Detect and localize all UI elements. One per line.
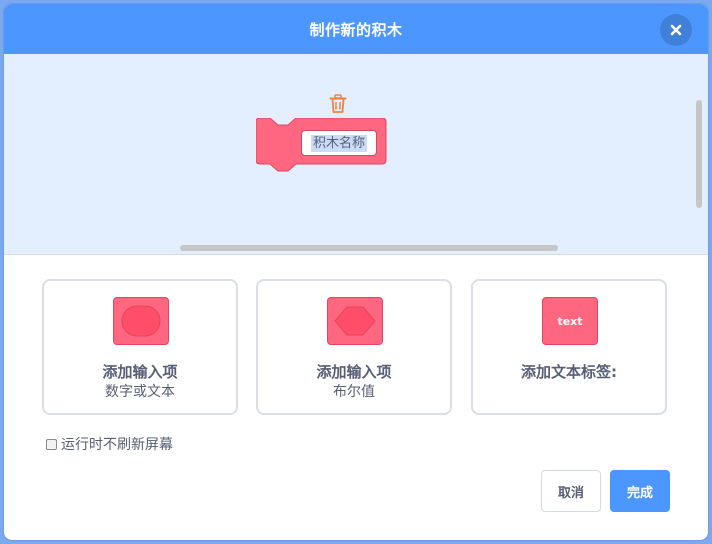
run-without-refresh-checkbox[interactable] <box>46 438 57 450</box>
add-text-label-button[interactable]: text 添加文本标签: <box>471 279 667 415</box>
block-preview-workspace[interactable]: 积木名称 <box>4 54 708 255</box>
option-subtitle: 数字或文本 <box>105 384 175 400</box>
cancel-button[interactable]: 取消 <box>541 470 601 512</box>
text-label-icon: text <box>542 297 598 345</box>
ok-button[interactable]: 完成 <box>610 470 670 512</box>
add-number-text-input-button[interactable]: 添加输入项 数字或文本 <box>42 279 238 415</box>
trash-icon[interactable] <box>329 94 347 114</box>
option-title: 添加输入项 <box>316 363 392 381</box>
hexagon-boolean-shape-icon <box>327 297 383 345</box>
make-block-dialog: 制作新的积木 积木名称 添加输入项 数字或文本 添加输入项 布尔值 text 添… <box>4 4 708 540</box>
run-without-refresh-label[interactable]: 运行时不刷新屏幕 <box>61 434 173 454</box>
text-icon-label: text <box>557 314 583 328</box>
add-boolean-input-button[interactable]: 添加输入项 布尔值 <box>256 279 452 415</box>
dialog-header: 制作新的积木 <box>4 4 708 54</box>
block-name-input[interactable]: 积木名称 <box>301 130 377 156</box>
option-title: 添加输入项 <box>102 363 178 381</box>
add-options: 添加输入项 数字或文本 添加输入项 布尔值 text 添加文本标签: <box>42 279 670 417</box>
run-without-refresh-row[interactable]: 运行时不刷新屏幕 <box>46 434 173 454</box>
close-icon <box>670 24 682 36</box>
block-name-text: 积木名称 <box>310 134 367 152</box>
custom-block-preview[interactable]: 积木名称 <box>256 118 387 172</box>
dialog-title: 制作新的积木 <box>309 20 403 39</box>
option-title: 添加文本标签: <box>521 363 617 381</box>
horizontal-scrollbar[interactable] <box>180 245 558 251</box>
round-input-shape-icon <box>113 297 169 345</box>
close-button[interactable] <box>660 14 692 46</box>
option-subtitle: 布尔值 <box>333 384 375 400</box>
vertical-scrollbar[interactable] <box>696 100 702 208</box>
